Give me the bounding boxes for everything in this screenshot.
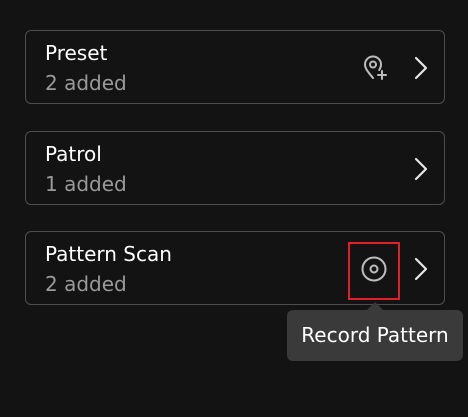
tooltip-arrow (367, 302, 383, 310)
patrol-card[interactable]: Patrol 1 added (25, 131, 445, 205)
chevron-right-icon[interactable] (414, 56, 428, 80)
pattern-scan-count: 2 added (45, 272, 127, 296)
preset-card[interactable]: Preset 2 added (25, 30, 445, 104)
location-pin-add-icon[interactable] (360, 54, 388, 82)
patrol-count: 1 added (45, 172, 127, 196)
patrol-title: Patrol (45, 142, 102, 166)
chevron-right-icon[interactable] (414, 157, 428, 181)
record-pattern-tooltip: Record Pattern (287, 310, 463, 361)
preset-count: 2 added (45, 71, 127, 95)
record-pattern-icon[interactable] (360, 255, 388, 283)
pattern-scan-title: Pattern Scan (45, 242, 172, 266)
pattern-scan-card[interactable]: Pattern Scan 2 added (25, 231, 445, 305)
preset-title: Preset (45, 41, 108, 65)
chevron-right-icon[interactable] (414, 257, 428, 281)
